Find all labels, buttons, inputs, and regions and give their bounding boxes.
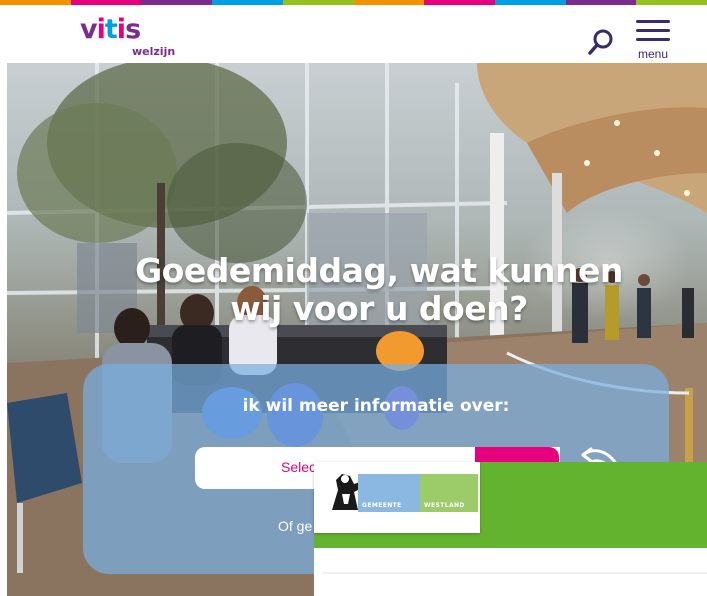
menu-button[interactable]: menu [632, 18, 674, 62]
divider [322, 572, 707, 574]
site-header: vitis welzijn menu [0, 5, 707, 63]
westland-overlay: GEMEENTE WESTLAND [314, 462, 707, 596]
westland-logo[interactable]: GEMEENTE WESTLAND [314, 462, 480, 533]
search-button[interactable] [586, 27, 616, 57]
other-question-link[interactable]: Of ge [278, 518, 312, 534]
vitis-logo[interactable]: vitis welzijn [80, 15, 190, 63]
logo-word: vitis [80, 14, 141, 45]
menu-label: menu [637, 47, 669, 61]
logo-subtitle: welzijn [132, 45, 176, 58]
logo-label-westland: WESTLAND [424, 502, 465, 509]
info-panel-label: ik wil meer informatie over: [242, 396, 510, 416]
logo-label-gemeente: GEMEENTE [362, 502, 402, 509]
hero-title: Goedemiddag, wat kunnen wij voor u doen? [135, 251, 623, 328]
search-icon [588, 29, 613, 55]
topic-select-text: Selec [281, 459, 317, 475]
